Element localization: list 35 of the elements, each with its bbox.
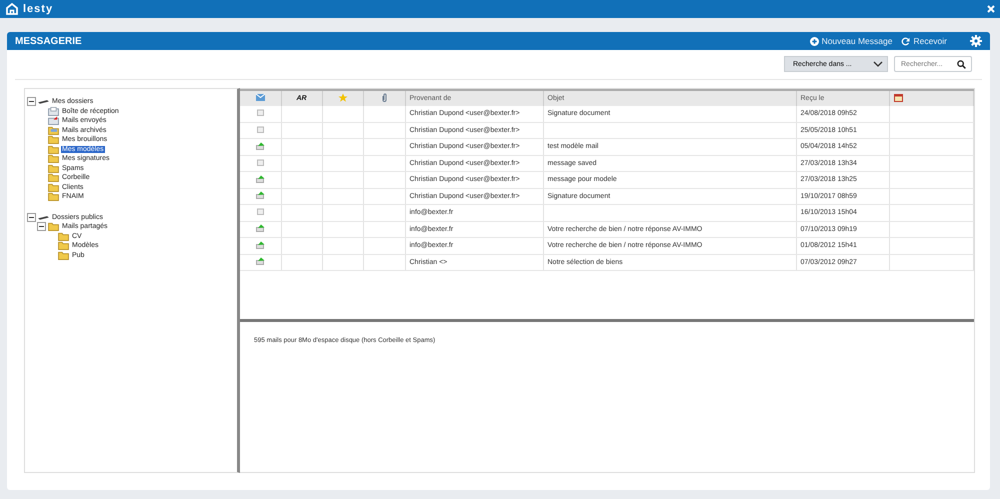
paperclip-icon — [382, 93, 386, 102]
folder-icon — [58, 241, 69, 250]
inbox-tray-icon — [48, 106, 59, 116]
collapse-toggle[interactable] — [27, 97, 36, 106]
calendar-icon — [894, 93, 902, 102]
archive-folder-icon — [48, 126, 59, 135]
module-title: MESSAGERIE — [15, 36, 82, 46]
plus-circle-icon — [810, 36, 819, 46]
settings-icon[interactable] — [970, 35, 982, 47]
column-header[interactable] — [889, 90, 974, 106]
collapse-toggle[interactable] — [37, 222, 46, 232]
folder-icon — [48, 173, 59, 182]
folder-icon — [48, 164, 59, 173]
chevron-down-icon — [873, 61, 883, 67]
close-icon[interactable] — [987, 5, 995, 13]
refresh-icon — [901, 36, 910, 46]
envelope-icon — [256, 94, 265, 101]
star-icon — [338, 92, 348, 102]
house-logo-icon — [5, 2, 19, 16]
folder-icon — [48, 192, 59, 202]
folder-icon — [48, 154, 59, 164]
drive-icon — [38, 97, 49, 106]
folder-icon — [48, 135, 59, 144]
collapse-toggle[interactable] — [27, 212, 36, 222]
folder-icon — [58, 232, 69, 241]
folder-icon — [58, 250, 69, 260]
app-name: lesty — [23, 3, 54, 15]
column-header[interactable] — [363, 90, 405, 106]
folder-icon — [48, 222, 59, 232]
search-icon[interactable] — [957, 60, 966, 69]
header-action-link[interactable]: Recevoir — [901, 36, 947, 46]
sent-folder-icon — [48, 116, 59, 126]
folder-icon — [48, 182, 59, 192]
folder-icon — [48, 144, 59, 154]
header-action-link[interactable]: Nouveau Message — [810, 36, 892, 46]
